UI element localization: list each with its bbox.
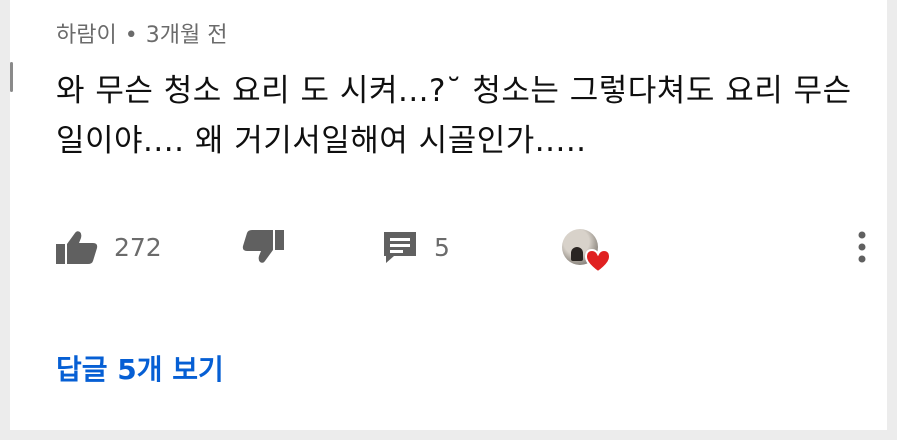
creator-avatar (562, 229, 611, 273)
heart-icon (585, 249, 611, 273)
thumbs-up-icon (56, 231, 98, 264)
creator-heart-badge (562, 224, 611, 273)
comment-menu-button[interactable] (856, 224, 868, 270)
thumbs-down-icon (242, 230, 284, 263)
like-button[interactable]: 272 (56, 224, 162, 270)
author-name[interactable]: 하람이 (56, 23, 117, 48)
left-edge-divider (10, 62, 13, 92)
like-count: 272 (114, 232, 162, 262)
comment-icon (384, 232, 416, 263)
meta-separator: • (124, 23, 138, 48)
comment-time[interactable]: 3개월 전 (146, 23, 228, 48)
comment-meta: 하람이 • 3개월 전 (56, 17, 227, 49)
more-vertical-icon (858, 231, 866, 263)
comment-actions: 272 5 (56, 224, 876, 273)
reply-count: 5 (434, 232, 450, 262)
comment-text: 와 무슨 청소 요리 도 시켜...?˘ 청소는 그렇다쳐도 요리 무슨일이야.… (56, 73, 852, 159)
view-replies-link[interactable]: 답글 5개 보기 (56, 348, 224, 388)
comment-card: 하람이 • 3개월 전 와 무슨 청소 요리 도 시켜...?˘ 청소는 그렇다쳐도… (10, 0, 887, 430)
dislike-button[interactable] (242, 224, 284, 270)
reply-button[interactable]: 5 (382, 224, 450, 270)
